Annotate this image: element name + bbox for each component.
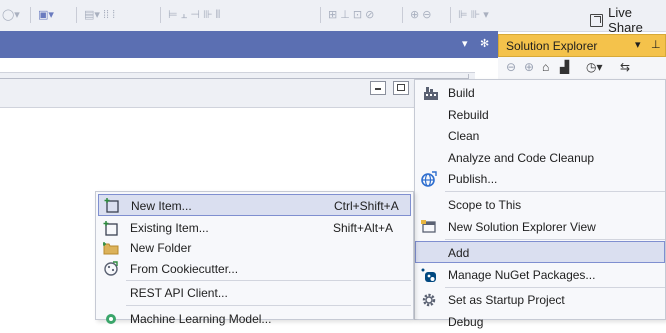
menu-item-label: Analyze and Code Cleanup bbox=[448, 151, 595, 165]
ml-model-icon bbox=[103, 311, 119, 327]
pending-changes-icon[interactable]: ◷▾ bbox=[586, 60, 603, 74]
tab-order-icon[interactable]: ⊫ ⊪ ▾ bbox=[458, 8, 489, 21]
toolbar-separator bbox=[160, 7, 161, 23]
menu-item-rebuild[interactable]: Rebuild bbox=[415, 104, 665, 126]
menu-item-ml-model[interactable]: Machine Learning Model... bbox=[96, 308, 413, 330]
toolbar-separator bbox=[450, 7, 451, 23]
new-item-icon bbox=[104, 197, 120, 213]
publish-globe-icon bbox=[421, 171, 437, 187]
live-share-label: Live Share bbox=[608, 5, 643, 35]
menu-item-label: Machine Learning Model... bbox=[130, 312, 272, 326]
live-share-button[interactable]: Live Share bbox=[590, 5, 666, 35]
menu-item-label: REST API Client... bbox=[130, 286, 228, 300]
menu-item-new-folder[interactable]: New Folder bbox=[96, 237, 413, 259]
toolbar-separator bbox=[320, 7, 321, 23]
menu-item-label: From Cookiecutter... bbox=[130, 262, 239, 276]
maximize-button[interactable] bbox=[393, 81, 409, 95]
search-field-edge bbox=[0, 74, 469, 79]
menu-item-label: Scope to This bbox=[448, 198, 522, 212]
menu-separator bbox=[126, 305, 411, 306]
forward-icon[interactable]: ⊕ bbox=[524, 60, 534, 74]
chevron-down-icon[interactable]: ▾ bbox=[635, 38, 641, 51]
menu-separator bbox=[445, 287, 665, 288]
toolbar-separator bbox=[76, 7, 77, 23]
solution-explorer-toolbar: ⊖ ⊕ ⌂ ▟ ◷▾ ⇆ bbox=[498, 57, 666, 80]
menu-item-publish[interactable]: Publish... bbox=[415, 168, 665, 190]
solution-explorer-tab[interactable]: Solution Explorer ▾ ⊥ bbox=[498, 34, 666, 57]
menu-item-label: Publish... bbox=[448, 172, 498, 186]
menu-item-nuget[interactable]: Manage NuGet Packages... bbox=[415, 264, 665, 286]
menu-item-label: Debug bbox=[448, 315, 484, 329]
menu-item-shortcut: Ctrl+Shift+A bbox=[334, 199, 399, 213]
existing-item-icon bbox=[103, 220, 119, 236]
menu-item-analyze[interactable]: Analyze and Code Cleanup bbox=[415, 147, 665, 169]
attach-icon[interactable]: ▣▾ bbox=[38, 8, 54, 21]
spacing-icon[interactable]: ⊞ ⊥ ⊡ ⊘ bbox=[328, 8, 374, 21]
menu-item-label: Existing Item... bbox=[130, 221, 209, 235]
menu-item-rest-api[interactable]: REST API Client... bbox=[96, 282, 413, 304]
menu-item-label: Add bbox=[448, 246, 470, 260]
toolbar-separator bbox=[30, 7, 31, 23]
menu-separator bbox=[445, 239, 665, 240]
main-toolbar: ◯▾ ▣▾ ▤▾ ⁞⁞ ⁞ ⊨ ⫠ ⊣ ⊪ ⫴ ⊞ ⊥ ⊡ ⊘ ⊕ ⊖ ⊫ ⊪ … bbox=[0, 0, 666, 35]
window-position-dropdown-icon[interactable]: ▾ bbox=[462, 37, 468, 50]
solution-explorer-title: Solution Explorer bbox=[506, 39, 598, 53]
menu-item-shortcut: Shift+Alt+A bbox=[333, 221, 394, 235]
cookiecutter-icon bbox=[103, 261, 119, 277]
menu-item-debug[interactable]: Debug bbox=[415, 311, 665, 333]
menu-item-label: Manage NuGet Packages... bbox=[448, 268, 596, 282]
settings-gear-icon[interactable]: ✻ bbox=[480, 37, 489, 50]
menu-item-startup[interactable]: Set as Startup Project bbox=[415, 289, 665, 311]
menu-item-build[interactable]: Build bbox=[415, 82, 665, 104]
menu-item-scope[interactable]: Scope to This bbox=[415, 194, 665, 216]
live-share-icon bbox=[590, 13, 604, 27]
menu-separator bbox=[445, 191, 665, 192]
build-icon bbox=[423, 85, 439, 101]
tool-window-header: ▾ ✻ bbox=[0, 31, 498, 58]
menu-item-cookiecutter[interactable]: From Cookiecutter... bbox=[96, 258, 413, 280]
back-icon[interactable]: ⊖ bbox=[506, 60, 516, 74]
new-view-icon bbox=[421, 219, 437, 235]
pin-icon[interactable]: ⊥ bbox=[651, 38, 661, 51]
project-context-menu: Build Rebuild Clean Analyze and Code Cle… bbox=[414, 79, 666, 329]
menu-item-label: New Solution Explorer View bbox=[448, 220, 596, 234]
order-icon[interactable]: ⊕ ⊖ bbox=[410, 8, 432, 21]
home-icon[interactable]: ⌂ bbox=[542, 60, 549, 74]
switch-views-icon[interactable]: ▟ bbox=[560, 60, 569, 74]
add-submenu: New Item... Ctrl+Shift+A Existing Item..… bbox=[95, 191, 414, 326]
menu-item-label: Set as Startup Project bbox=[448, 293, 565, 307]
layout-icon[interactable]: ▤▾ ⁞⁞ ⁞ bbox=[84, 8, 115, 21]
minimize-button[interactable] bbox=[370, 81, 386, 95]
gear-icon bbox=[421, 292, 437, 308]
menu-separator bbox=[126, 280, 411, 281]
menu-item-add[interactable]: Add bbox=[415, 241, 665, 263]
nuget-icon bbox=[421, 267, 437, 283]
align-left-icon[interactable]: ⊨ ⫠ ⊣ ⊪ ⫴ bbox=[168, 8, 220, 22]
menu-item-new-view[interactable]: New Solution Explorer View bbox=[415, 216, 665, 238]
folder-icon bbox=[103, 240, 119, 256]
sync-icon[interactable]: ⇆ bbox=[620, 60, 630, 74]
menu-item-label: Clean bbox=[448, 129, 480, 143]
menu-item-label: Rebuild bbox=[448, 108, 489, 122]
circle-nav-icon[interactable]: ◯▾ bbox=[2, 8, 20, 21]
toolbar-separator bbox=[402, 7, 403, 23]
menu-item-new-item[interactable]: New Item... Ctrl+Shift+A bbox=[98, 194, 411, 216]
menu-item-clean[interactable]: Clean bbox=[415, 125, 665, 147]
menu-item-existing-item[interactable]: Existing Item... Shift+Alt+A bbox=[96, 217, 413, 239]
menu-item-label: New Item... bbox=[131, 199, 192, 213]
menu-item-label: Build bbox=[448, 86, 475, 100]
menu-item-label: New Folder bbox=[130, 241, 192, 255]
